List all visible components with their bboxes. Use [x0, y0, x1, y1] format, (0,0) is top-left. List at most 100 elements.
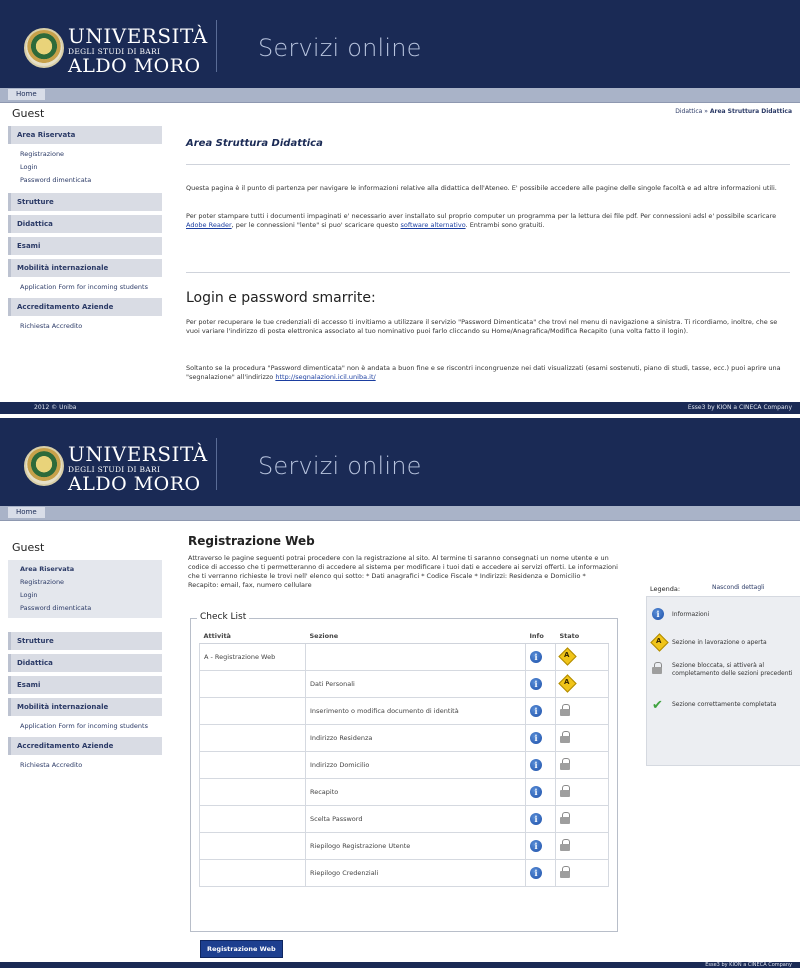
open-section-icon[interactable]: A	[560, 677, 574, 689]
banner-divider	[216, 20, 217, 72]
table-row: Recapito i	[199, 778, 609, 806]
cell-stato	[555, 805, 609, 833]
cell-info: i	[525, 724, 556, 752]
cell-attivita	[199, 751, 306, 779]
cell-stato	[555, 697, 609, 725]
nav-home-tab[interactable]: Home	[8, 507, 45, 518]
screenshot-area-struttura-didattica: UNIVERSITÀ DEGLI STUDI DI BARI ALDO MORO…	[0, 0, 800, 418]
legend-text: Sezione bloccata, si attiverà al complet…	[672, 662, 793, 677]
cell-stato	[555, 778, 609, 806]
sidebar-item-application-form[interactable]: Application Form for incoming students	[8, 720, 162, 733]
open-section-icon: A	[652, 636, 666, 648]
sidebar-item-accreditamento[interactable]: Accreditamento Aziende	[8, 737, 162, 755]
segnalazioni-link[interactable]: http://segnalazioni.icil.uniba.it/	[275, 373, 375, 381]
sidebar-item-mobilita[interactable]: Mobilità internazionale	[8, 259, 162, 277]
sidebar-item-accreditamento[interactable]: Accreditamento Aziende	[8, 298, 162, 316]
info-icon[interactable]: i	[530, 705, 542, 717]
info-icon[interactable]: i	[530, 759, 542, 771]
login-paragraph-2: Soltanto se la procedura "Password dimen…	[186, 364, 790, 382]
lock-icon	[560, 839, 570, 851]
sidebar-item-area-riservata[interactable]: Area Riservata	[8, 126, 162, 144]
cell-attivita	[199, 724, 306, 752]
alternative-software-link[interactable]: software alternativo	[401, 221, 466, 229]
sidebar-item-esami[interactable]: Esami	[8, 237, 162, 255]
cell-sezione: Scelta Password	[305, 805, 526, 833]
sidebar-item-registrazione[interactable]: Registrazione	[8, 148, 162, 161]
area-riservata-panel: Area Riservata Registrazione Login Passw…	[8, 560, 162, 618]
university-seal-icon[interactable]	[24, 28, 64, 68]
checklist-table: Attività Sezione Info Stato A - Registra…	[199, 629, 609, 887]
info-icon[interactable]: i	[530, 651, 542, 663]
legend-text: Informazioni	[672, 611, 710, 618]
sidebar-item-richiesta-accredito[interactable]: Richiesta Accredito	[8, 320, 162, 333]
page-heading: Area Struttura Didattica	[186, 138, 323, 149]
info-icon[interactable]: i	[530, 840, 542, 852]
breadcrumb-current: Area Struttura Didattica	[709, 108, 792, 115]
sidebar-item-area-riservata[interactable]: Area Riservata	[8, 563, 162, 576]
table-row: Inserimento o modifica documento di iden…	[199, 697, 609, 725]
cell-sezione: Riepilogo Registrazione Utente	[305, 832, 526, 860]
info-icon[interactable]: i	[530, 678, 542, 690]
sidebar-item-login[interactable]: Login	[8, 589, 162, 602]
cell-sezione: Riepilogo Credenziali	[305, 859, 526, 887]
header-banner: UNIVERSITÀ DEGLI STUDI DI BARI ALDO MORO…	[0, 418, 800, 506]
cell-stato	[555, 724, 609, 752]
sidebar-item-didattica[interactable]: Didattica	[8, 654, 162, 672]
table-row: Scelta Password i	[199, 805, 609, 833]
print-text-3: . Entrambi sono gratuiti.	[465, 221, 545, 229]
registrazione-web-button[interactable]: Registrazione Web	[200, 940, 283, 958]
sidebar-item-registrazione[interactable]: Registrazione	[8, 576, 162, 589]
legend-panel	[646, 596, 800, 766]
banner-title: Servizi online	[258, 452, 422, 480]
table-row: Riepilogo Registrazione Utente i	[199, 832, 609, 860]
info-icon[interactable]: i	[530, 867, 542, 879]
logo-line1: UNIVERSITÀ	[68, 442, 208, 466]
cell-stato: A	[555, 670, 609, 698]
table-header-row: Attività Sezione Info Stato	[199, 629, 609, 644]
footer-credits[interactable]: Esse3 by KION a CINECA Company	[705, 962, 792, 968]
cell-info: i	[525, 643, 556, 671]
sidebar-guest-title: Guest	[12, 541, 45, 554]
sidebar-item-application-form[interactable]: Application Form for incoming students	[8, 281, 162, 294]
sidebar-item-mobilita[interactable]: Mobilità internazionale	[8, 698, 162, 716]
sidebar-item-password-dimenticata[interactable]: Password dimenticata	[8, 602, 162, 615]
cell-attivita	[199, 670, 306, 698]
cell-sezione	[305, 643, 526, 671]
nav-home-tab[interactable]: Home	[8, 89, 45, 100]
intro-paragraph: Questa pagina è il punto di partenza per…	[186, 184, 777, 192]
cell-attivita	[199, 859, 306, 887]
open-section-icon[interactable]: A	[560, 650, 574, 662]
screenshot-registrazione-web: UNIVERSITÀ DEGLI STUDI DI BARI ALDO MORO…	[0, 418, 800, 968]
sidebar-item-login[interactable]: Login	[8, 161, 162, 174]
intro-paragraph: Attraverso le pagine seguenti potrai pro…	[188, 554, 618, 589]
footer-credits[interactable]: Esse3 by KION a CINECA Company	[688, 402, 792, 414]
legend-title: Legenda:	[650, 585, 681, 593]
login-heading: Login e password smarrite:	[186, 290, 376, 306]
breadcrumb-didattica-link[interactable]: Didattica	[675, 108, 702, 115]
legend-toggle-link[interactable]: Nascondi dettagli	[712, 584, 764, 591]
lock-icon	[560, 785, 570, 797]
cell-stato: A	[555, 643, 609, 671]
info-icon[interactable]: i	[530, 786, 542, 798]
university-seal-icon[interactable]	[24, 446, 64, 486]
sidebar-item-password-dimenticata[interactable]: Password dimenticata	[8, 174, 162, 187]
sidebar-item-strutture[interactable]: Strutture	[8, 632, 162, 650]
cell-info: i	[525, 751, 556, 779]
lock-icon	[560, 704, 570, 716]
sidebar-item-richiesta-accredito[interactable]: Richiesta Accredito	[8, 759, 162, 772]
lock-icon	[652, 662, 662, 674]
lock-icon	[560, 812, 570, 824]
adobe-reader-link[interactable]: Adobe Reader	[186, 221, 232, 229]
legend-text: Sezione correttamente completata	[672, 701, 777, 708]
info-icon[interactable]: i	[530, 732, 542, 744]
checklist-title: Check List	[197, 612, 250, 622]
sidebar-item-esami[interactable]: Esami	[8, 676, 162, 694]
print-text-2: , per le connessioni "lente" si puo' sca…	[231, 221, 399, 229]
university-logo[interactable]: UNIVERSITÀ DEGLI STUDI DI BARI ALDO MORO	[68, 26, 208, 76]
university-logo[interactable]: UNIVERSITÀ DEGLI STUDI DI BARI ALDO MORO	[68, 444, 208, 494]
legend-item-locked: Sezione bloccata, si attiverà al complet…	[652, 662, 800, 677]
info-icon[interactable]: i	[530, 813, 542, 825]
sidebar-item-strutture[interactable]: Strutture	[8, 193, 162, 211]
cell-sezione: Indirizzo Residenza	[305, 724, 526, 752]
sidebar-item-didattica[interactable]: Didattica	[8, 215, 162, 233]
